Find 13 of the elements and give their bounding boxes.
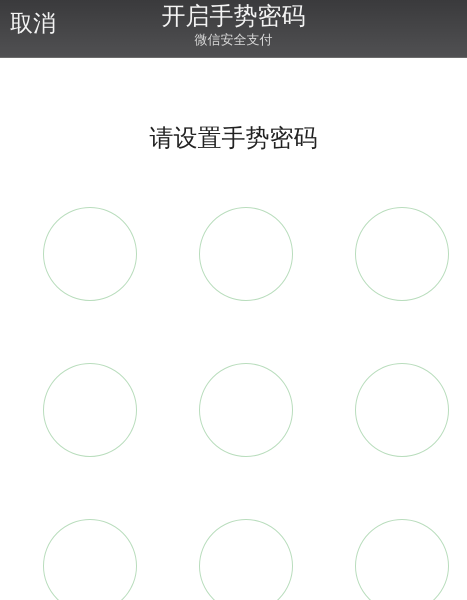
gesture-dot[interactable] [199,363,293,457]
cancel-button[interactable]: 取消 [6,6,60,41]
gesture-dot[interactable] [355,519,449,600]
gesture-dot[interactable] [199,519,293,600]
prompt-text: 请设置手势密码 [148,123,318,153]
gesture-dot[interactable] [355,363,449,457]
nav-subtitle: 微信安全支付 [194,32,272,50]
gesture-dot[interactable] [355,207,449,301]
gesture-dot[interactable] [43,363,137,457]
gesture-dot[interactable] [43,519,137,600]
nav-title: 开启手势密码 [162,2,306,30]
gesture-dot[interactable] [43,207,137,301]
gesture-dot[interactable] [199,207,293,301]
